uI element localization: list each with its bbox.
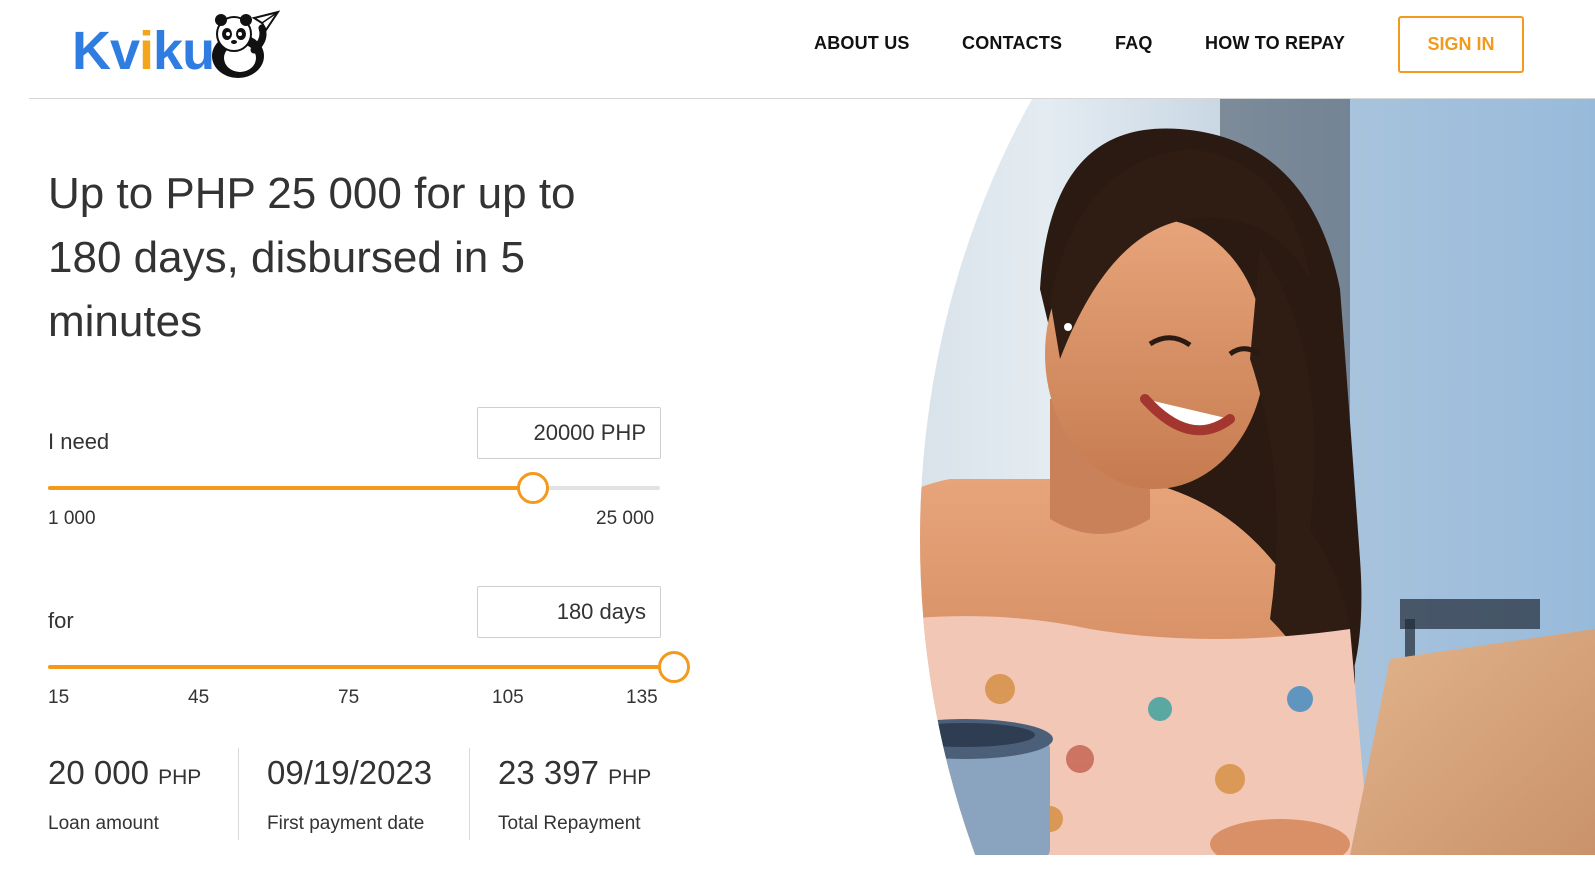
term-tick: 45 xyxy=(188,687,210,708)
summary-divider xyxy=(469,748,470,840)
nav-how-to-repay[interactable]: HOW TO REPAY xyxy=(1205,33,1345,54)
amount-label: I need xyxy=(48,429,110,454)
logo-wordmark: Kviku xyxy=(72,21,215,81)
amount-input[interactable]: 20000 PHP xyxy=(477,407,661,459)
loan-amount-value: 20 000 PHP xyxy=(48,754,202,791)
nav-about-us[interactable]: ABOUT US xyxy=(814,33,910,54)
total-repayment-value: 23 397 PHP xyxy=(498,754,652,791)
kviku-logo[interactable]: Kviku xyxy=(72,10,282,82)
nav-contacts[interactable]: CONTACTS xyxy=(962,33,1062,54)
term-slider-track[interactable] xyxy=(48,665,660,669)
hero-photo xyxy=(920,99,1595,855)
page: Kviku ABOUT US CONTACTS FAQ HOW TO REPAY… xyxy=(0,0,1595,870)
term-tick: 135 xyxy=(626,687,658,708)
nav-faq[interactable]: FAQ xyxy=(1115,33,1153,54)
amount-slider-fill xyxy=(48,486,533,490)
panda-mascot-icon xyxy=(212,10,281,78)
term-slider-fill xyxy=(48,665,660,669)
total-repayment-label: Total Repayment xyxy=(498,813,641,834)
woman-with-laptop-illustration xyxy=(920,99,1595,855)
amount-slider-handle[interactable] xyxy=(516,472,549,504)
term-tick: 105 xyxy=(492,687,524,708)
term-tick: 15 xyxy=(48,687,70,708)
hero-headline: Up to PHP 25 000 for up to 180 days, dis… xyxy=(48,169,576,346)
term-tick: 75 xyxy=(338,687,360,708)
sign-in-button[interactable]: SIGN IN xyxy=(1398,16,1524,73)
first-payment-date-label: First payment date xyxy=(267,813,425,834)
amount-max-label: 25 000 xyxy=(596,508,655,529)
first-payment-date-value: 09/19/2023 xyxy=(267,754,433,791)
term-slider-handle[interactable] xyxy=(658,651,690,683)
loan-amount-label: Loan amount xyxy=(48,813,159,834)
amount-min-label: 1 000 xyxy=(48,508,96,529)
amount-slider-track[interactable] xyxy=(48,486,660,490)
summary-divider xyxy=(238,748,239,840)
term-label: for xyxy=(48,608,74,633)
site-header: Kviku ABOUT US CONTACTS FAQ HOW TO REPAY… xyxy=(0,0,1595,99)
term-input[interactable]: 180 days xyxy=(477,586,661,638)
